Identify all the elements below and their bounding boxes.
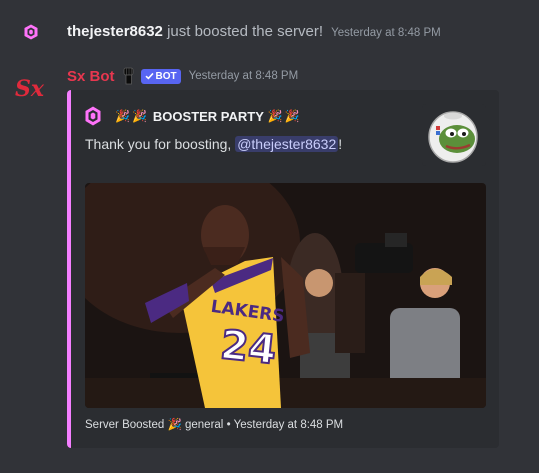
bot-badge: BOT [140,68,181,84]
boost-gem-icon [24,24,38,40]
embed-thumbnail[interactable] [422,104,486,166]
verified-check-icon [144,72,154,80]
embed-description: Thank you for boosting, @thejester8632! [85,136,342,152]
party-popper-icon: 🎉 [131,109,147,123]
footer-separator: • [226,419,231,431]
chat-view: thejester8632 just boosted the server! Y… [0,0,539,473]
jersey-number-text: 24 [218,322,278,374]
footer-timestamp: Yesterday at 8:48 PM [233,419,344,431]
description-text: Thank you for boosting, [85,136,236,152]
user-mention[interactable]: @thejester8632 [235,136,339,152]
bot-author-name[interactable]: Sx Bot [67,68,115,85]
embed-footer: Server Boosted 🎉 general • Yesterday at … [85,417,343,431]
fist-icon [123,67,133,85]
message-timestamp[interactable]: Yesterday at 8:48 PM [189,70,299,82]
party-popper-icon: 🎉 [267,109,283,123]
booster-username[interactable]: thejester8632 [67,23,163,40]
party-popper-icon: 🎉 [115,109,130,123]
footer-boost-label: Server Boosted [85,419,165,431]
avatar-logo-text: Sx [15,76,45,102]
description-suffix: ! [338,136,343,152]
booster-embed: 🎉 🎉 BOOSTER PARTY 🎉 🎉 Thank you for boos… [67,90,499,448]
bot-avatar[interactable]: Sx [12,69,52,109]
boost-gem-icon [85,106,101,126]
party-popper-icon: 🎉 [284,109,300,123]
message-header: Sx Bot BOT Yesterday at 8:48 PM [67,66,298,86]
boost-system-message: thejester8632 just boosted the server! Y… [0,18,539,44]
footer-channel: general [185,419,224,431]
embed-image[interactable]: LAKERS 24 [85,183,486,408]
bot-badge-label: BOT [155,70,177,82]
message-timestamp[interactable]: Yesterday at 8:48 PM [331,27,441,39]
embed-title: BOOSTER PARTY [152,108,264,124]
embed-title-row: 🎉 🎉 BOOSTER PARTY 🎉 🎉 [85,106,302,126]
party-popper-icon: 🎉 [167,419,182,431]
boost-message-text: just boosted the server! [167,23,323,40]
